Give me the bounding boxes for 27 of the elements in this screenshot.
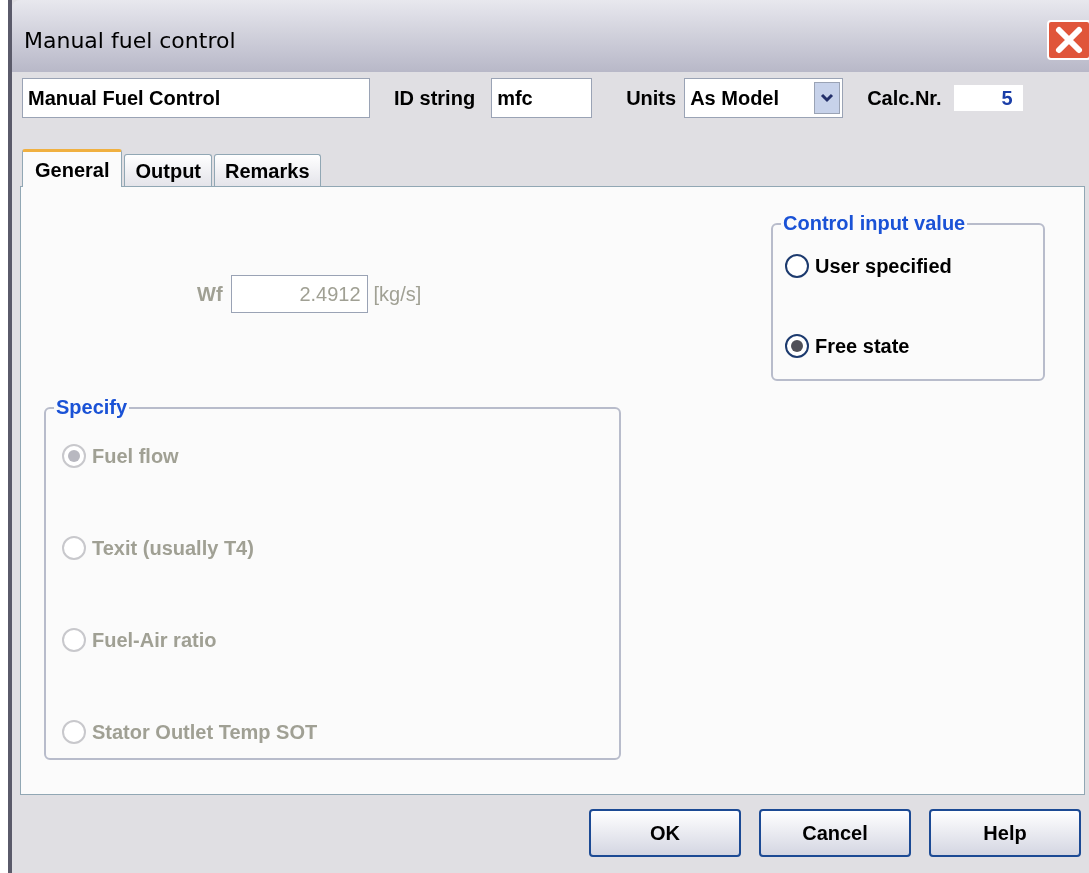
radio-label: Stator Outlet Temp SOT [92, 720, 318, 745]
dropdown-caret-icon [814, 82, 841, 114]
radio-button[interactable] [785, 334, 809, 358]
calc-nr-label: Calc.Nr. [867, 86, 942, 111]
radio-label: Free state [815, 334, 910, 359]
tab[interactable]: General [22, 149, 123, 187]
radio-label: Texit (usually T4) [92, 536, 254, 561]
wf-label: Wf [197, 282, 223, 307]
close-icon [1054, 25, 1084, 55]
radio-button[interactable] [785, 254, 809, 278]
calc-nr-value: 5 [953, 85, 1023, 111]
dialog-button[interactable]: Cancel [759, 809, 911, 857]
dialog-button[interactable]: OK [589, 809, 741, 857]
id-string-label: ID string [394, 86, 476, 111]
close-button[interactable] [1047, 20, 1089, 60]
radio-label: User specified [815, 254, 952, 279]
radio-label: Fuel-Air ratio [92, 628, 217, 653]
name-field[interactable]: Manual Fuel Control [22, 78, 370, 118]
units-label: Units [626, 86, 677, 111]
window-title: Manual fuel control [24, 26, 236, 55]
dialog-button[interactable]: Help [929, 809, 1081, 857]
tab[interactable]: Remarks [214, 154, 321, 186]
units-dropdown[interactable]: As Model [684, 78, 844, 118]
radio-label: Fuel flow [92, 444, 179, 469]
tab[interactable]: Output [124, 154, 212, 186]
id-field[interactable]: mfc [491, 78, 593, 118]
unit-label: [kg/s] [373, 282, 422, 307]
